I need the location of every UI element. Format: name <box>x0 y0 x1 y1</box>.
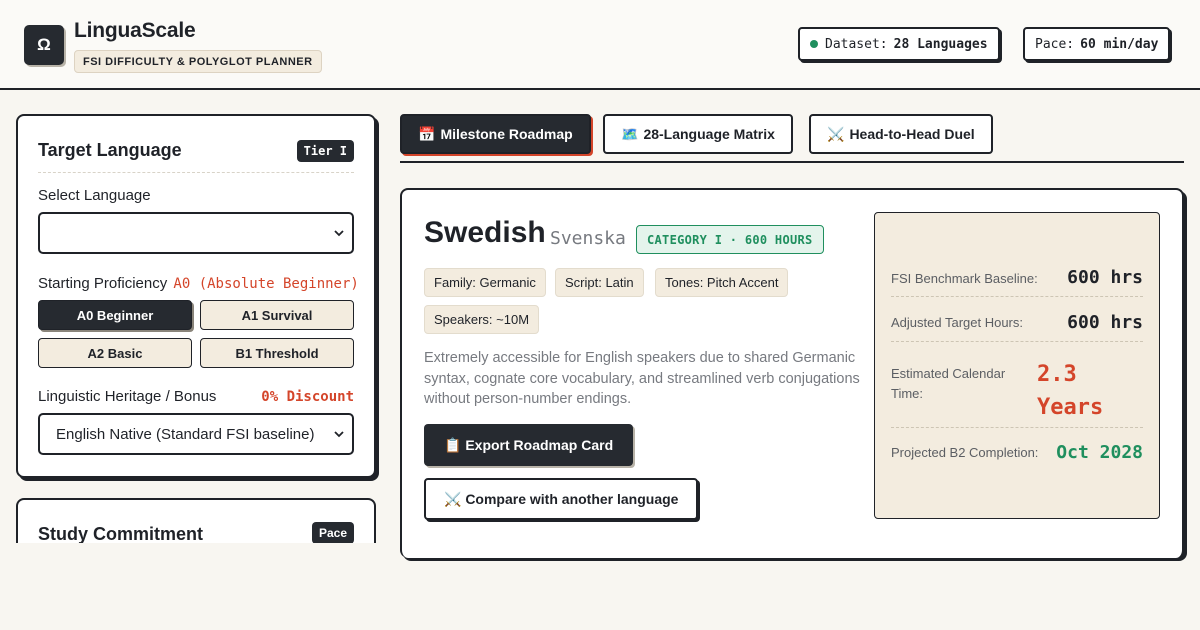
dataset-badge: Dataset: 28 Languages <box>798 27 1000 61</box>
speakers-chip: Speakers: ~10M <box>424 305 540 334</box>
stat-label-adjusted: Adjusted Target Hours: <box>891 315 1023 330</box>
proficiency-label: Starting Proficiency <box>38 275 168 292</box>
proficiency-a0-button[interactable]: A0 Beginner <box>38 300 192 330</box>
language-name: Swedish <box>424 216 546 249</box>
language-native-name: Svenska <box>550 228 626 249</box>
tab-head-to-head-duel[interactable]: ⚔️ Head-to-Head Duel <box>809 114 993 154</box>
status-dot-icon <box>810 40 818 48</box>
stat-label-completion: Projected B2 Completion: <box>891 445 1039 460</box>
tab-label: Head-to-Head Duel <box>849 126 975 142</box>
pace-badge: Pace: 60 min/day <box>1023 27 1171 61</box>
stat-value-completion: Oct 2028 <box>1056 442 1143 463</box>
tones-chip: Tones: Pitch Accent <box>655 268 789 297</box>
stat-divider <box>891 427 1143 428</box>
proficiency-value: A0 (Absolute Beginner) <box>173 276 359 292</box>
proficiency-b1-button[interactable]: B1 Threshold <box>200 338 354 368</box>
select-language-label: Select Language <box>38 187 151 204</box>
language-description: Extremely accessible for English speaker… <box>424 350 860 407</box>
stats-panel: FSI Benchmark Baseline: 600 hrs Adjusted… <box>874 212 1160 519</box>
tab-language-matrix[interactable]: 🗺️ 28-Language Matrix <box>603 114 793 154</box>
family-chip: Family: Germanic <box>424 268 546 297</box>
app-subtitle: FSI DIFFICULTY & POLYGLOT PLANNER <box>74 50 322 73</box>
export-roadmap-button[interactable]: 📋 Export Roadmap Card <box>424 424 634 466</box>
pace-tag: Pace <box>311 522 354 544</box>
crossed-swords-icon: ⚔️ <box>827 125 845 142</box>
stat-value-adjusted: 600 hrs <box>1067 312 1143 333</box>
study-card-title: Study Commitment <box>38 524 204 544</box>
heritage-select-value: English Native (Standard FSI baseline) <box>56 425 315 443</box>
target-language-card: Target Language Tier I Select Language S… <box>16 114 376 478</box>
language-select[interactable] <box>38 212 354 254</box>
tab-bar-rule <box>400 161 1184 163</box>
category-badge: CATEGORY I · 600 HOURS <box>636 225 824 254</box>
script-chip: Script: Latin <box>555 268 644 297</box>
target-card-title: Target Language <box>38 140 182 160</box>
tier-badge: Tier I <box>296 140 354 162</box>
omega-logo-icon: Ω <box>24 25 64 65</box>
stat-label-baseline: FSI Benchmark Baseline: <box>891 271 1038 286</box>
app-header: Ω LinguaScale FSI DIFFICULTY & POLYGLOT … <box>0 0 1200 90</box>
dataset-value: 28 Languages <box>893 36 988 52</box>
map-icon: 🗺️ <box>621 125 639 142</box>
chevron-down-icon <box>334 431 344 438</box>
pace-value: 60 min/day <box>1080 36 1159 52</box>
stat-label-calendar: Estimated Calendar Time: <box>891 366 1006 401</box>
heritage-discount: 0% Discount <box>261 389 354 405</box>
calendar-icon: 📅 <box>418 125 436 142</box>
app-title: LinguaScale <box>74 19 196 42</box>
card-divider <box>38 172 354 173</box>
compare-language-button[interactable]: ⚔️ Compare with another language <box>424 478 699 520</box>
tab-label: Milestone Roadmap <box>440 126 573 142</box>
tab-label: 28-Language Matrix <box>643 126 775 142</box>
heritage-label: Linguistic Heritage / Bonus <box>38 388 217 405</box>
pace-label: Pace: <box>1035 36 1075 52</box>
dataset-label: Dataset: <box>825 36 888 52</box>
stat-divider <box>891 341 1143 342</box>
proficiency-a2-button[interactable]: A2 Basic <box>38 338 192 368</box>
tab-milestone-roadmap[interactable]: 📅 Milestone Roadmap <box>400 114 591 154</box>
stat-value-baseline: 600 hrs <box>1067 267 1143 288</box>
chevron-down-icon <box>334 230 344 237</box>
heritage-select[interactable]: English Native (Standard FSI baseline) <box>38 413 354 455</box>
proficiency-label-row: Starting Proficiency A0 (Absolute Beginn… <box>38 275 359 292</box>
stat-value-calendar: 2.3 Years <box>1037 362 1104 420</box>
stat-divider <box>891 296 1143 297</box>
proficiency-a1-button[interactable]: A1 Survival <box>200 300 354 330</box>
